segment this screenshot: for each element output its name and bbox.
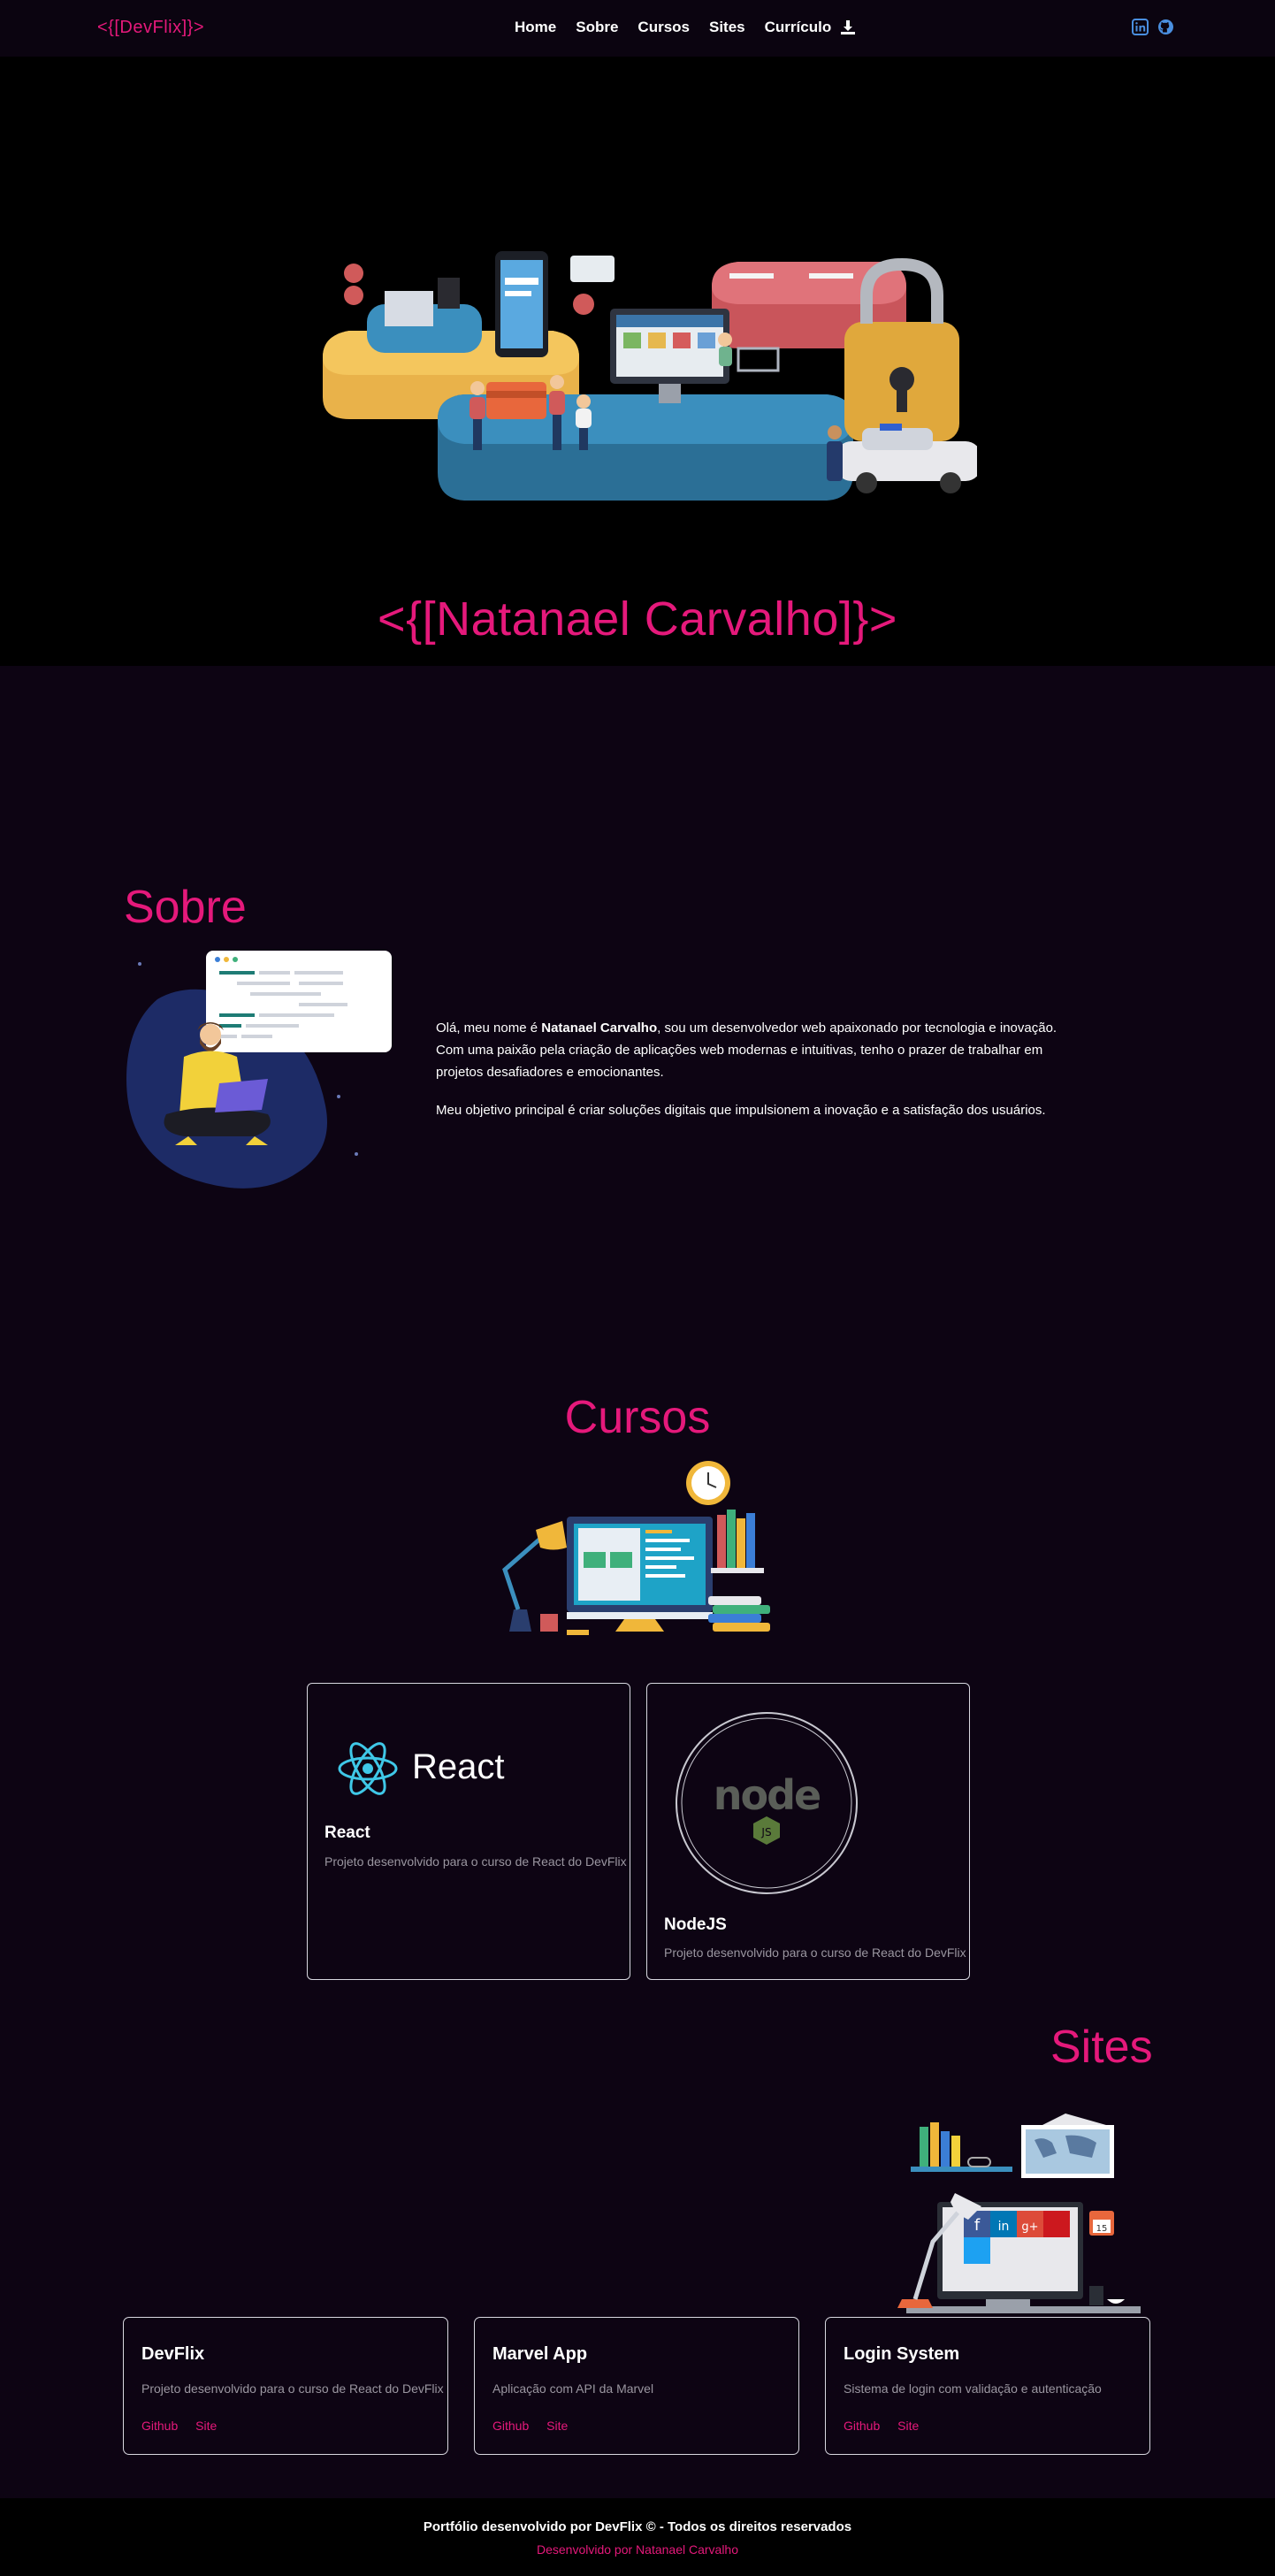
- nav-item-curriculo[interactable]: Currículo: [765, 19, 832, 36]
- sobre-title: Sobre: [124, 882, 247, 933]
- svg-text:g+: g+: [1021, 2221, 1038, 2234]
- react-logo-text: React: [412, 1747, 505, 1786]
- developer-laptop-illustration: [122, 946, 396, 1203]
- footer-copyright: Portfólio desenvolvido por DevFlix © - T…: [423, 2519, 852, 2534]
- course-card-nodejs[interactable]: node JS NodeJS Projeto desenvolvido para…: [646, 1683, 970, 1980]
- site-card-devflix: DevFlix Projeto desenvolvido para o curs…: [123, 2317, 448, 2455]
- course-description: Projeto desenvolvido para o curso de Rea…: [324, 1854, 627, 1869]
- course-card-react[interactable]: React React Projeto desenvolvido para o …: [307, 1683, 630, 1980]
- nav-item-sites[interactable]: Sites: [709, 19, 745, 36]
- course-name: React: [324, 1823, 370, 1842]
- course-name: NodeJS: [664, 1915, 727, 1934]
- study-desk-illustration: [492, 1455, 783, 1649]
- react-icon: [338, 1742, 398, 1795]
- nav-item-home[interactable]: Home: [515, 19, 556, 36]
- sobre-p1-name: Natanael Carvalho: [541, 1020, 658, 1036]
- svg-text:in: in: [998, 2220, 1010, 2234]
- site-name: Marvel App: [492, 2344, 588, 2364]
- site-card-marvel-app: Marvel App Aplicação com API da Marvel G…: [474, 2317, 799, 2455]
- hero-title: <{[Natanael Carvalho]}>: [378, 592, 897, 646]
- react-logo: React: [336, 1737, 548, 1808]
- nodejs-icon: node JS: [676, 1712, 858, 1894]
- footer: Portfólio desenvolvido por DevFlix © - T…: [0, 2498, 1275, 2576]
- svg-text:f: f: [974, 2216, 981, 2235]
- sobre-p1-prefix: Olá, meu nome é: [436, 1020, 542, 1036]
- nav-item-sobre[interactable]: Sobre: [576, 19, 618, 36]
- site-links: Github Site: [844, 2419, 933, 2433]
- site-github-link[interactable]: Github: [844, 2419, 880, 2433]
- site-site-link[interactable]: Site: [546, 2419, 568, 2433]
- svg-text:JS: JS: [760, 1826, 771, 1838]
- nav-menu: Home Sobre Cursos Sites Currículo: [515, 19, 856, 36]
- svg-text:node: node: [714, 1771, 820, 1819]
- sites-title: Sites: [1050, 2022, 1153, 2073]
- site-name: Login System: [844, 2344, 960, 2364]
- nav-item-cursos[interactable]: Cursos: [638, 19, 690, 36]
- course-description: Projeto desenvolvido para o curso de Rea…: [664, 1945, 966, 1960]
- site-links: Github Site: [492, 2419, 582, 2433]
- site-description: Aplicação com API da Marvel: [492, 2381, 654, 2396]
- site-github-link[interactable]: Github: [492, 2419, 529, 2433]
- site-description: Projeto desenvolvido para o curso de Rea…: [141, 2381, 444, 2396]
- navbar: <{[DevFlix]}> Home Sobre Cursos Sites Cu…: [0, 0, 1275, 57]
- download-icon[interactable]: [840, 19, 856, 35]
- cursos-title: Cursos: [564, 1392, 711, 1443]
- site-site-link[interactable]: Site: [195, 2419, 217, 2433]
- nodejs-logo: node JS: [674, 1710, 859, 1896]
- site-card-login-system: Login System Sistema de login com valida…: [825, 2317, 1150, 2455]
- hero-ecommerce-illustration: [314, 251, 981, 556]
- site-site-link[interactable]: Site: [897, 2419, 919, 2433]
- footer-author[interactable]: Desenvolvido por Natanael Carvalho: [0, 2542, 1275, 2557]
- sobre-text: Olá, meu nome é Natanael Carvalho, sou u…: [436, 1017, 1064, 1137]
- linkedin-icon[interactable]: [1132, 19, 1149, 35]
- site-name: DevFlix: [141, 2344, 205, 2364]
- github-icon[interactable]: [1157, 19, 1174, 35]
- hero-section: <{[Natanael Carvalho]}>: [0, 57, 1275, 666]
- site-description: Sistema de login com validação e autenti…: [844, 2381, 1102, 2396]
- svg-text:15: 15: [1096, 2224, 1108, 2234]
- social-media-desk-illustration: f in g+ 15: [884, 2109, 1149, 2321]
- site-logo[interactable]: <{[DevFlix]}>: [97, 18, 204, 38]
- sobre-paragraph-1: Olá, meu nome é Natanael Carvalho, sou u…: [436, 1017, 1064, 1083]
- site-github-link[interactable]: Github: [141, 2419, 178, 2433]
- social-links: [1132, 19, 1174, 35]
- site-links: Github Site: [141, 2419, 231, 2433]
- sobre-paragraph-2: Meu objetivo principal é criar soluções …: [436, 1103, 1046, 1118]
